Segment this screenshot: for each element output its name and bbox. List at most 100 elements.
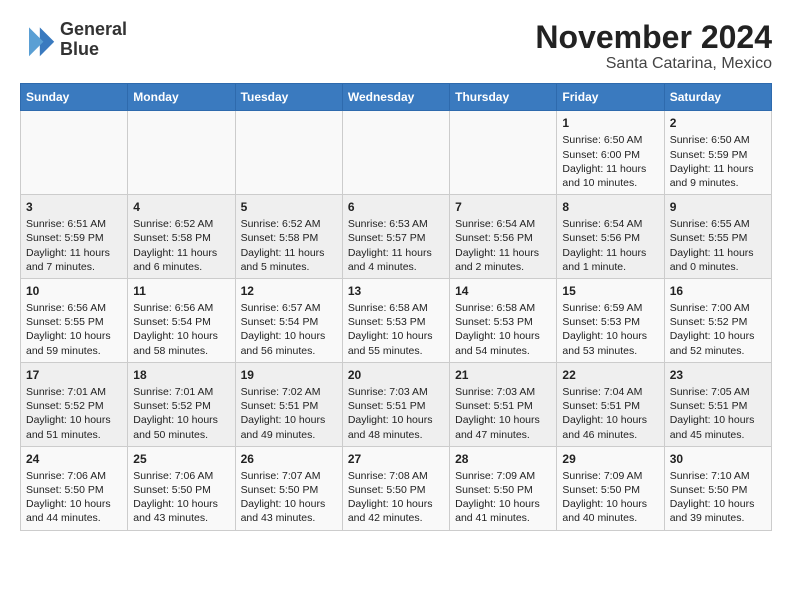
day-info-line: Sunrise: 7:06 AM xyxy=(133,469,229,483)
header-row: SundayMondayTuesdayWednesdayThursdayFrid… xyxy=(21,84,772,111)
day-number: 4 xyxy=(133,199,229,215)
calendar-cell: 11Sunrise: 6:56 AMSunset: 5:54 PMDayligh… xyxy=(128,278,235,362)
week-row-4: 17Sunrise: 7:01 AMSunset: 5:52 PMDayligh… xyxy=(21,362,772,446)
day-info-line: Daylight: 10 hours and 43 minutes. xyxy=(241,497,337,525)
calendar-title: November 2024 xyxy=(535,20,772,55)
day-info-line: Sunrise: 7:08 AM xyxy=(348,469,444,483)
day-info-line: Daylight: 10 hours and 56 minutes. xyxy=(241,329,337,357)
day-info-line: Daylight: 10 hours and 58 minutes. xyxy=(133,329,229,357)
day-info-line: Daylight: 10 hours and 43 minutes. xyxy=(133,497,229,525)
calendar-cell xyxy=(342,111,449,195)
calendar-cell xyxy=(450,111,557,195)
day-info-line: Sunrise: 7:04 AM xyxy=(562,385,658,399)
day-info-line: Sunset: 5:50 PM xyxy=(670,483,766,497)
day-info-line: Sunset: 5:54 PM xyxy=(133,315,229,329)
calendar-cell: 10Sunrise: 6:56 AMSunset: 5:55 PMDayligh… xyxy=(21,278,128,362)
day-info-line: Sunset: 5:53 PM xyxy=(348,315,444,329)
header: General Blue November 2024 Santa Catarin… xyxy=(20,20,772,73)
calendar-cell: 23 Sunrise: 7:05 AMSunset: 5:51 PMDayligh… xyxy=(664,362,771,446)
calendar-cell: 12 Sunrise: 6:57 AMSunset: 5:54 PMDayligh… xyxy=(235,278,342,362)
header-day-monday: Monday xyxy=(128,84,235,111)
day-info-line: Sunrise: 6:50 AM xyxy=(670,133,766,147)
day-info-line: Sunset: 5:51 PM xyxy=(670,399,766,413)
day-info-line: Daylight: 10 hours and 45 minutes. xyxy=(670,413,766,441)
day-number: 5 xyxy=(241,199,337,215)
logo-icon xyxy=(20,22,56,58)
day-info-line: Sunrise: 6:50 AM xyxy=(562,133,658,147)
day-info-line: Daylight: 11 hours and 7 minutes. xyxy=(26,246,122,274)
page: General Blue November 2024 Santa Catarin… xyxy=(0,0,792,541)
day-number: 20 xyxy=(348,367,444,383)
header-day-sunday: Sunday xyxy=(21,84,128,111)
day-info-line: Daylight: 10 hours and 48 minutes. xyxy=(348,413,444,441)
calendar-cell: 1Sunrise: 6:50 AMSunset: 6:00 PMDaylight… xyxy=(557,111,664,195)
day-info-line: Sunrise: 6:51 AM xyxy=(26,217,122,231)
day-info-line: Sunset: 5:58 PM xyxy=(241,231,337,245)
day-number: 25 xyxy=(133,451,229,467)
calendar-cell: 4Sunrise: 6:52 AMSunset: 5:58 PMDaylight… xyxy=(128,195,235,279)
day-info-line: Sunset: 5:55 PM xyxy=(670,231,766,245)
calendar-cell xyxy=(235,111,342,195)
day-info-line: Sunrise: 7:09 AM xyxy=(455,469,551,483)
week-row-2: 3Sunrise: 6:51 AMSunset: 5:59 PMDaylight… xyxy=(21,195,772,279)
day-info-line: Sunrise: 7:01 AM xyxy=(26,385,122,399)
header-day-friday: Friday xyxy=(557,84,664,111)
day-info-line: Sunrise: 6:53 AM xyxy=(348,217,444,231)
calendar-cell: 29Sunrise: 7:09 AMSunset: 5:50 PMDayligh… xyxy=(557,446,664,530)
day-info-line: Daylight: 11 hours and 9 minutes. xyxy=(670,162,766,190)
day-number: 19 xyxy=(241,367,337,383)
calendar-cell: 27Sunrise: 7:08 AMSunset: 5:50 PMDayligh… xyxy=(342,446,449,530)
day-info-line: Sunrise: 6:54 AM xyxy=(562,217,658,231)
day-number: 9 xyxy=(670,199,766,215)
calendar-body: 1Sunrise: 6:50 AMSunset: 6:00 PMDaylight… xyxy=(21,111,772,530)
calendar-cell: 18Sunrise: 7:01 AMSunset: 5:52 PMDayligh… xyxy=(128,362,235,446)
day-info-line: Daylight: 10 hours and 51 minutes. xyxy=(26,413,122,441)
header-day-saturday: Saturday xyxy=(664,84,771,111)
calendar-cell: 21Sunrise: 7:03 AMSunset: 5:51 PMDayligh… xyxy=(450,362,557,446)
day-info-line: Sunrise: 7:00 AM xyxy=(670,301,766,315)
calendar-cell: 3Sunrise: 6:51 AMSunset: 5:59 PMDaylight… xyxy=(21,195,128,279)
calendar-cell: 25Sunrise: 7:06 AMSunset: 5:50 PMDayligh… xyxy=(128,446,235,530)
day-info-line: Daylight: 11 hours and 1 minute. xyxy=(562,246,658,274)
logo-line2: Blue xyxy=(60,40,127,60)
day-info-line: Sunset: 5:56 PM xyxy=(562,231,658,245)
day-number: 29 xyxy=(562,451,658,467)
day-info-line: Sunset: 5:50 PM xyxy=(455,483,551,497)
day-info-line: Sunset: 5:53 PM xyxy=(562,315,658,329)
day-info-line: Sunrise: 6:56 AM xyxy=(133,301,229,315)
day-info-line: Daylight: 10 hours and 39 minutes. xyxy=(670,497,766,525)
day-info-line: Sunrise: 6:59 AM xyxy=(562,301,658,315)
day-number: 13 xyxy=(348,283,444,299)
day-info-line: Sunrise: 7:10 AM xyxy=(670,469,766,483)
day-info-line: Daylight: 11 hours and 0 minutes. xyxy=(670,246,766,274)
day-info-line: Sunset: 5:51 PM xyxy=(455,399,551,413)
day-info-line: Daylight: 11 hours and 2 minutes. xyxy=(455,246,551,274)
day-number: 17 xyxy=(26,367,122,383)
day-info-line: Daylight: 10 hours and 59 minutes. xyxy=(26,329,122,357)
day-number: 23 xyxy=(670,367,766,383)
calendar-cell: 9Sunrise: 6:55 AMSunset: 5:55 PMDaylight… xyxy=(664,195,771,279)
day-info-line: Sunrise: 6:54 AM xyxy=(455,217,551,231)
header-day-thursday: Thursday xyxy=(450,84,557,111)
day-number: 7 xyxy=(455,199,551,215)
day-info-line: Daylight: 11 hours and 5 minutes. xyxy=(241,246,337,274)
calendar-cell xyxy=(21,111,128,195)
day-number: 14 xyxy=(455,283,551,299)
calendar-cell: 30Sunrise: 7:10 AMSunset: 5:50 PMDayligh… xyxy=(664,446,771,530)
day-number: 24 xyxy=(26,451,122,467)
day-number: 3 xyxy=(26,199,122,215)
title-block: November 2024 Santa Catarina, Mexico xyxy=(535,20,772,73)
day-info-line: Sunrise: 7:01 AM xyxy=(133,385,229,399)
day-number: 10 xyxy=(26,283,122,299)
day-info-line: Sunset: 5:54 PM xyxy=(241,315,337,329)
day-number: 12 xyxy=(241,283,337,299)
day-info-line: Sunset: 5:56 PM xyxy=(455,231,551,245)
day-info-line: Daylight: 10 hours and 55 minutes. xyxy=(348,329,444,357)
day-info-line: Daylight: 10 hours and 54 minutes. xyxy=(455,329,551,357)
day-info-line: Sunrise: 6:58 AM xyxy=(348,301,444,315)
day-info-line: Sunset: 5:50 PM xyxy=(241,483,337,497)
day-info-line: Sunrise: 7:05 AM xyxy=(670,385,766,399)
day-info-line: Sunrise: 6:57 AM xyxy=(241,301,337,315)
header-day-tuesday: Tuesday xyxy=(235,84,342,111)
day-info-line: Sunrise: 7:07 AM xyxy=(241,469,337,483)
